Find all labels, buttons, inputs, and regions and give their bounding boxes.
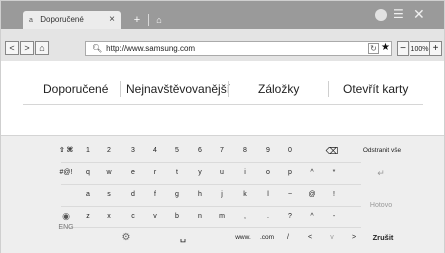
key-7[interactable]: 7 [213, 141, 231, 161]
down-arrow-key[interactable]: v [323, 228, 341, 248]
browser-window: a Doporučené × + ⌂ ☰ ✕ < > ⌂ 🔍︎ http://ww… [0, 0, 445, 253]
bookmark-star-icon[interactable]: ★ [381, 42, 390, 53]
key-0[interactable]: 0 [281, 141, 299, 161]
tab-favicon-icon: a [29, 17, 33, 24]
key-^[interactable]: ^ [303, 207, 321, 227]
key-f[interactable]: f [146, 185, 164, 205]
quick-access-tabs: Doporučené Nejnavštěvovanější Záložky Ot… [23, 77, 423, 101]
key-9[interactable]: 9 [259, 141, 277, 161]
clear-all-button[interactable]: Odstranit vše [353, 141, 411, 161]
key-y[interactable]: y [191, 163, 209, 183]
zoom-out-button[interactable]: − [397, 41, 409, 56]
key-c[interactable]: c [124, 207, 142, 227]
search-icon: 🔍︎ [92, 44, 103, 53]
key-m[interactable]: m [213, 207, 231, 227]
key-^[interactable]: ^ [303, 163, 321, 183]
key-?[interactable]: ? [281, 207, 299, 227]
address-bar-row: < > ⌂ 🔍︎ http://www.samsung.com ↻ ★ − 100… [1, 29, 444, 61]
key-![interactable]: ! [325, 185, 343, 205]
key-1[interactable]: 1 [79, 141, 97, 161]
key-w[interactable]: w [100, 163, 118, 183]
right-arrow-key[interactable]: > [345, 228, 363, 248]
language-label[interactable]: ENG [55, 221, 77, 235]
key-3[interactable]: 3 [124, 141, 142, 161]
backspace-key[interactable]: ⌫ [319, 141, 345, 161]
tab-title: Doporučené [40, 15, 84, 24]
key-g[interactable]: g [168, 185, 186, 205]
done-button[interactable]: Hotovo [357, 191, 405, 221]
settings-icon[interactable]: ⚙ [113, 228, 139, 248]
close-window-icon[interactable]: ✕ [413, 6, 425, 23]
cancel-button[interactable]: Zrušit [363, 228, 403, 248]
key-4[interactable]: 4 [146, 141, 164, 161]
titlebar-divider [148, 14, 149, 26]
dotcom-key[interactable]: .com [256, 228, 278, 248]
key-s[interactable]: s [100, 185, 118, 205]
key-u[interactable]: u [213, 163, 231, 183]
back-button[interactable]: < [5, 41, 19, 55]
key-.[interactable]: . [259, 207, 277, 227]
left-arrow-key[interactable]: < [301, 228, 319, 248]
zoom-in-button[interactable]: + [429, 41, 442, 56]
key-r[interactable]: r [146, 163, 164, 183]
shift-key[interactable]: ⇧ ⌘ [55, 141, 77, 161]
tab-divider [328, 81, 329, 97]
slash-key[interactable]: / [279, 228, 297, 248]
space-key[interactable]: ␣ [161, 228, 205, 248]
key-z[interactable]: z [79, 207, 97, 227]
title-bar: a Doporučené × + ⌂ ☰ ✕ [1, 1, 444, 29]
key--[interactable]: - [325, 207, 343, 227]
tab-recommended[interactable]: Doporučené [43, 77, 108, 101]
key-n[interactable]: n [191, 207, 209, 227]
key-o[interactable]: o [259, 163, 277, 183]
key-t[interactable]: t [168, 163, 186, 183]
key-b[interactable]: b [168, 207, 186, 227]
zoom-level: 100% [410, 41, 429, 56]
url-text: http://www.samsung.com [106, 44, 196, 53]
menu-icon[interactable]: ☰ [393, 7, 404, 21]
tab-close-icon[interactable]: × [109, 11, 115, 29]
on-screen-keyboard: ⇧ ⌘ 1 2 3 4 5 6 7 8 9 0 ⌫ Odstranit vše #@! q w e r t y u i o p… [1, 135, 444, 253]
refresh-icon[interactable]: ↻ [368, 43, 379, 54]
key-*[interactable]: * [325, 163, 343, 183]
key-@[interactable]: @ [303, 185, 321, 205]
browser-tab[interactable]: a Doporučené × [23, 11, 121, 29]
url-input[interactable]: 🔍︎ http://www.samsung.com [85, 41, 392, 56]
key-8[interactable]: 8 [236, 141, 254, 161]
symbols-key[interactable]: #@! [51, 163, 81, 183]
key-h[interactable]: h [191, 185, 209, 205]
www-key[interactable]: www. [231, 228, 255, 248]
forward-button[interactable]: > [20, 41, 34, 55]
key-l[interactable]: l [259, 185, 277, 205]
tab-home-icon[interactable]: ⌂ [151, 11, 167, 29]
key-v[interactable]: v [146, 207, 164, 227]
key-k[interactable]: k [236, 185, 254, 205]
home-button[interactable]: ⌂ [35, 41, 49, 55]
tab-bookmarks[interactable]: Záložky [258, 77, 299, 101]
key-d[interactable]: d [124, 185, 142, 205]
key-a[interactable]: a [79, 185, 97, 205]
enter-key[interactable]: ↵ [363, 163, 399, 183]
key-5[interactable]: 5 [168, 141, 186, 161]
key-6[interactable]: 6 [191, 141, 209, 161]
key-p[interactable]: p [281, 163, 299, 183]
new-tab-button[interactable]: + [129, 11, 145, 29]
key-~[interactable]: ~ [281, 185, 299, 205]
key-x[interactable]: x [100, 207, 118, 227]
tabs-underline [23, 104, 423, 105]
key-i[interactable]: i [236, 163, 254, 183]
tab-open-tabs[interactable]: Otevřít karty [343, 77, 408, 101]
tab-divider [120, 81, 121, 97]
key-e[interactable]: e [124, 163, 142, 183]
tab-divider [228, 81, 229, 97]
key-,[interactable]: , [236, 207, 254, 227]
key-q[interactable]: q [79, 163, 97, 183]
profile-icon[interactable] [375, 9, 387, 21]
key-2[interactable]: 2 [100, 141, 118, 161]
key-j[interactable]: j [213, 185, 231, 205]
tab-most-visited[interactable]: Nejnavštěvovanější [126, 77, 230, 101]
